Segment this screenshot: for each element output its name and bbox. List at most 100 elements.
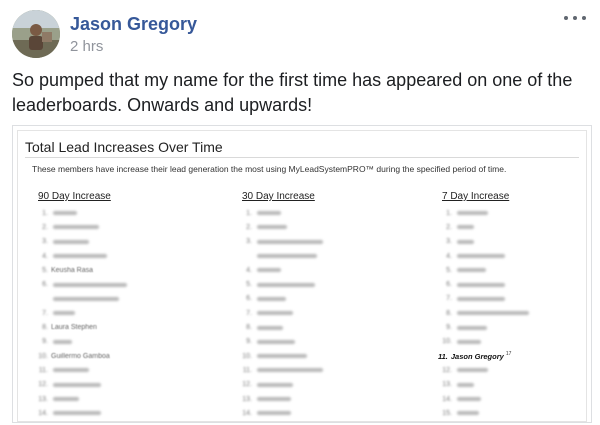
leaderboard-row: 9.	[34, 335, 194, 349]
post-timestamp[interactable]: 2 hrs	[70, 38, 103, 55]
member-name: Laura Stephen	[51, 324, 97, 332]
blurred-name	[457, 368, 488, 373]
rank-number: 7.	[42, 309, 48, 317]
rank-number: 1.	[246, 209, 252, 217]
rank-number: 5.	[246, 281, 252, 289]
rank-number: 5.	[446, 266, 452, 274]
leaderboard-row: 5.	[438, 263, 591, 277]
leaderboard-row: 15.	[438, 406, 591, 420]
blurred-name	[457, 339, 481, 344]
leaderboard-row: 7.	[438, 292, 591, 306]
blurred-name	[457, 311, 529, 316]
rank-number: 1.	[446, 209, 452, 217]
rank-number: 6.	[246, 295, 252, 303]
blurred-name	[53, 296, 119, 301]
rank-number: 4.	[42, 252, 48, 260]
blurred-name	[53, 239, 89, 244]
column-header: 30 Day Increase	[242, 191, 315, 202]
leaderboard-description: These members have increase their lead g…	[32, 164, 507, 174]
rank-number: 14.	[442, 395, 452, 403]
rank-number: 3.	[42, 238, 48, 246]
blurred-name	[457, 254, 505, 259]
leaderboard-row: 3.	[438, 235, 591, 249]
leaderboard-row: 6.	[34, 277, 194, 291]
blurred-name	[457, 382, 474, 387]
rank-number: 10.	[442, 338, 452, 346]
member-badge: 17	[505, 351, 512, 358]
blurred-name	[457, 225, 474, 230]
divider	[25, 157, 579, 158]
rank-number: 13.	[442, 381, 452, 389]
leaderboard-row: 7.	[34, 306, 194, 320]
rank-number: 10.	[38, 352, 48, 360]
leaderboard-image[interactable]: Total Lead Increases Over Time These mem…	[12, 125, 592, 423]
leaderboard-column: 90 Day Increase 1. 2. 3. 4. 5. Keusha Rasa 6. 7.…	[34, 191, 194, 422]
leaderboard-row: 2.	[34, 220, 194, 234]
member-name: Guillermo Gamboa	[51, 352, 110, 360]
leaderboard-column: 7 Day Increase 1. 2. 3. 4. 5. 6. 7. 8. 9. 10. 11. Ja…	[438, 191, 591, 420]
rank-number: 15.	[442, 409, 452, 417]
rank-number: 9.	[42, 338, 48, 346]
blurred-name	[257, 354, 307, 359]
leaderboard-row: 14.	[34, 406, 194, 420]
leaderboard-row: 10.	[438, 335, 591, 349]
avatar[interactable]	[12, 10, 60, 58]
rank-number: 6.	[42, 281, 48, 289]
blurred-name	[257, 268, 281, 273]
rank-number: 12.	[442, 366, 452, 374]
leaderboard-row: 12.	[438, 363, 591, 377]
leaderboard-row: 14.	[438, 392, 591, 406]
leaderboard-row: 12.	[34, 378, 194, 392]
blurred-name	[257, 282, 315, 287]
rank-number: 8.	[246, 324, 252, 332]
blurred-name	[457, 325, 487, 330]
blurred-name	[457, 282, 505, 287]
member-name: Jason Gregory	[450, 351, 504, 361]
rank-number: 8.	[446, 309, 452, 317]
rank-number: 2.	[246, 223, 252, 231]
rank-number: 13.	[242, 395, 252, 403]
leaderboard-row: 11.	[238, 363, 398, 377]
rank-number: 12.	[242, 381, 252, 389]
blurred-name	[53, 225, 99, 230]
leaderboard-row: 2.	[238, 220, 398, 234]
leaderboard-row	[238, 249, 398, 263]
blurred-name	[257, 382, 293, 387]
blurred-name	[53, 397, 79, 401]
leaderboard-row: 12.	[238, 378, 398, 392]
leaderboard-row: 1.	[238, 206, 398, 220]
rank-number: 8.	[42, 324, 48, 332]
blurred-name	[53, 254, 107, 259]
more-options-icon[interactable]	[564, 12, 586, 24]
rank-number: 5.	[42, 266, 48, 274]
blurred-name	[457, 411, 479, 416]
blurred-name	[53, 311, 75, 316]
blurred-name	[257, 339, 295, 344]
rank-number: 3.	[446, 238, 452, 246]
rank-number: 10.	[242, 352, 252, 360]
leaderboard-row-highlight: 11. Jason Gregory 17	[438, 349, 591, 363]
blurred-name	[257, 211, 281, 216]
blurred-name	[257, 397, 291, 401]
leaderboard-row: 2.	[438, 220, 591, 234]
rank-number: 7.	[446, 295, 452, 303]
leaderboard-row: 4.	[34, 249, 194, 263]
member-name: Keusha Rasa	[51, 266, 94, 274]
blurred-name	[257, 296, 286, 301]
leaderboard-column: 30 Day Increase 1. 2. 3. 4. 5. 6. 7. 8. 9. 10. 11. 1…	[238, 191, 398, 422]
avatar-photo	[12, 10, 60, 58]
rank-number: 4.	[246, 266, 252, 274]
leaderboard-row: 11.	[34, 363, 194, 377]
leaderboard-row: 6.	[438, 277, 591, 291]
rank-number: 9.	[446, 324, 452, 332]
leaderboard-row: 4.	[238, 263, 398, 277]
rank-number: 13.	[38, 395, 48, 403]
post-text: So pumped that my name for the first tim…	[12, 70, 573, 115]
leaderboard-row: 15.	[238, 420, 398, 422]
leaderboard-row: 1.	[34, 206, 194, 220]
author-name[interactable]: Jason Gregory	[70, 14, 197, 35]
rank-number: 6.	[446, 281, 452, 289]
rank-number: 11.	[242, 366, 252, 374]
leaderboard-row: 13.	[238, 392, 398, 406]
leaderboard-title: Total Lead Increases Over Time	[25, 139, 223, 155]
